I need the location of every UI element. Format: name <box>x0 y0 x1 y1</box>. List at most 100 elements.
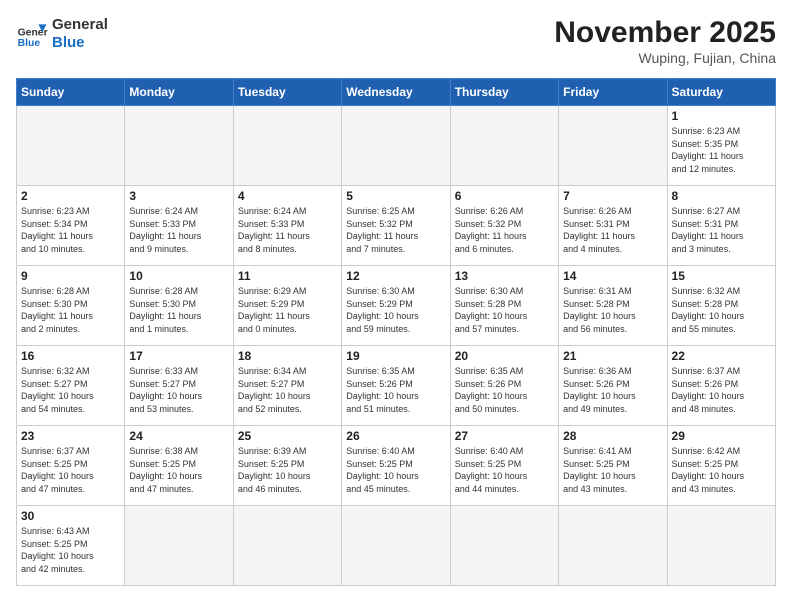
day-info: Sunrise: 6:42 AMSunset: 5:25 PMDaylight:… <box>672 445 771 495</box>
day-info: Sunrise: 6:32 AMSunset: 5:28 PMDaylight:… <box>672 285 771 335</box>
table-row: 17Sunrise: 6:33 AMSunset: 5:27 PMDayligh… <box>125 346 233 426</box>
table-row: 18 Sunrise: 6:34 AMSunset: 5:27 PMDayligh… <box>233 346 341 426</box>
table-row <box>342 506 450 586</box>
table-row <box>667 506 775 586</box>
day-info: Sunrise: 6:26 AMSunset: 5:31 PMDaylight:… <box>563 205 662 255</box>
day-number: 3 <box>129 189 228 203</box>
day-number: 1 <box>672 109 771 123</box>
calendar: Sunday Monday Tuesday Wednesday Thursday… <box>16 78 776 586</box>
table-row: 13Sunrise: 6:30 AMSunset: 5:28 PMDayligh… <box>450 266 558 346</box>
table-row: 21 Sunrise: 6:36 AMSunset: 5:26 PMDayligh… <box>559 346 667 426</box>
day-info: Sunrise: 6:29 AMSunset: 5:29 PMDaylight:… <box>238 285 337 335</box>
day-info: Sunrise: 6:23 AMSunset: 5:35 PMDaylight:… <box>672 125 771 175</box>
table-row <box>450 106 558 186</box>
day-number: 8 <box>672 189 771 203</box>
day-info: Sunrise: 6:28 AMSunset: 5:30 PMDaylight:… <box>21 285 120 335</box>
table-row: 9Sunrise: 6:28 AMSunset: 5:30 PMDaylight… <box>17 266 125 346</box>
location: Wuping, Fujian, China <box>554 50 776 66</box>
header-tuesday: Tuesday <box>233 79 341 106</box>
day-number: 10 <box>129 269 228 283</box>
table-row <box>125 506 233 586</box>
table-row: 11Sunrise: 6:29 AMSunset: 5:29 PMDayligh… <box>233 266 341 346</box>
day-number: 16 <box>21 349 120 363</box>
table-row: 28 Sunrise: 6:41 AMSunset: 5:25 PMDayligh… <box>559 426 667 506</box>
logo-icon: General Blue <box>16 18 48 50</box>
day-info: Sunrise: 6:23 AMSunset: 5:34 PMDaylight:… <box>21 205 120 255</box>
day-info: Sunrise: 6:37 AMSunset: 5:25 PMDaylight:… <box>21 445 120 495</box>
day-info: Sunrise: 6:32 AMSunset: 5:27 PMDaylight:… <box>21 365 120 415</box>
day-number: 15 <box>672 269 771 283</box>
table-row: 19 Sunrise: 6:35 AMSunset: 5:26 PMDayligh… <box>342 346 450 426</box>
table-row: 24Sunrise: 6:38 AMSunset: 5:25 PMDayligh… <box>125 426 233 506</box>
header-saturday: Saturday <box>667 79 775 106</box>
day-info: Sunrise: 6:35 AMSunset: 5:26 PMDaylight:… <box>455 365 554 415</box>
day-info: Sunrise: 6:40 AMSunset: 5:25 PMDaylight:… <box>455 445 554 495</box>
table-row: 22 Sunrise: 6:37 AMSunset: 5:26 PMDayligh… <box>667 346 775 426</box>
day-info: Sunrise: 6:28 AMSunset: 5:30 PMDaylight:… <box>129 285 228 335</box>
logo-general: General <box>52 16 108 34</box>
table-row <box>233 506 341 586</box>
day-number: 21 <box>563 349 662 363</box>
table-row: 7 Sunrise: 6:26 AMSunset: 5:31 PMDaylight… <box>559 186 667 266</box>
table-row: 29 Sunrise: 6:42 AMSunset: 5:25 PMDayligh… <box>667 426 775 506</box>
day-info: Sunrise: 6:37 AMSunset: 5:26 PMDaylight:… <box>672 365 771 415</box>
day-number: 19 <box>346 349 445 363</box>
table-row: 27 Sunrise: 6:40 AMSunset: 5:25 PMDayligh… <box>450 426 558 506</box>
table-row <box>450 506 558 586</box>
day-number: 20 <box>455 349 554 363</box>
day-info: Sunrise: 6:43 AMSunset: 5:25 PMDaylight:… <box>21 525 120 575</box>
day-info: Sunrise: 6:31 AMSunset: 5:28 PMDaylight:… <box>563 285 662 335</box>
table-row: 30 Sunrise: 6:43 AMSunset: 5:25 PMDayligh… <box>17 506 125 586</box>
table-row: 8 Sunrise: 6:27 AMSunset: 5:31 PMDaylight… <box>667 186 775 266</box>
table-row: 14 Sunrise: 6:31 AMSunset: 5:28 PMDayligh… <box>559 266 667 346</box>
table-row: 16 Sunrise: 6:32 AMSunset: 5:27 PMDayligh… <box>17 346 125 426</box>
day-info: Sunrise: 6:25 AMSunset: 5:32 PMDaylight:… <box>346 205 445 255</box>
table-row <box>233 106 341 186</box>
day-number: 5 <box>346 189 445 203</box>
day-number: 27 <box>455 429 554 443</box>
day-info: Sunrise: 6:34 AMSunset: 5:27 PMDaylight:… <box>238 365 337 415</box>
table-row: 12Sunrise: 6:30 AMSunset: 5:29 PMDayligh… <box>342 266 450 346</box>
table-row: 23 Sunrise: 6:37 AMSunset: 5:25 PMDayligh… <box>17 426 125 506</box>
day-number: 22 <box>672 349 771 363</box>
day-info: Sunrise: 6:33 AMSunset: 5:27 PMDaylight:… <box>129 365 228 415</box>
day-number: 13 <box>455 269 554 283</box>
day-number: 14 <box>563 269 662 283</box>
day-number: 12 <box>346 269 445 283</box>
header-sunday: Sunday <box>17 79 125 106</box>
table-row: 6Sunrise: 6:26 AMSunset: 5:32 PMDaylight… <box>450 186 558 266</box>
day-number: 26 <box>346 429 445 443</box>
logo-blue: Blue <box>52 34 108 52</box>
day-info: Sunrise: 6:24 AMSunset: 5:33 PMDaylight:… <box>129 205 228 255</box>
table-row <box>559 106 667 186</box>
day-info: Sunrise: 6:27 AMSunset: 5:31 PMDaylight:… <box>672 205 771 255</box>
day-info: Sunrise: 6:40 AMSunset: 5:25 PMDaylight:… <box>346 445 445 495</box>
day-number: 2 <box>21 189 120 203</box>
day-info: Sunrise: 6:35 AMSunset: 5:26 PMDaylight:… <box>346 365 445 415</box>
day-info: Sunrise: 6:36 AMSunset: 5:26 PMDaylight:… <box>563 365 662 415</box>
table-row <box>342 106 450 186</box>
table-row: 2 Sunrise: 6:23 AMSunset: 5:34 PMDaylight… <box>17 186 125 266</box>
table-row <box>125 106 233 186</box>
header-monday: Monday <box>125 79 233 106</box>
weekday-header-row: Sunday Monday Tuesday Wednesday Thursday… <box>17 79 776 106</box>
day-number: 28 <box>563 429 662 443</box>
svg-text:Blue: Blue <box>18 38 41 49</box>
table-row <box>17 106 125 186</box>
logo: General Blue General Blue <box>16 16 108 52</box>
day-number: 7 <box>563 189 662 203</box>
month-year: November 2025 <box>554 16 776 50</box>
day-number: 29 <box>672 429 771 443</box>
day-number: 18 <box>238 349 337 363</box>
day-number: 25 <box>238 429 337 443</box>
day-info: Sunrise: 6:41 AMSunset: 5:25 PMDaylight:… <box>563 445 662 495</box>
day-number: 30 <box>21 509 120 523</box>
day-number: 6 <box>455 189 554 203</box>
day-info: Sunrise: 6:24 AMSunset: 5:33 PMDaylight:… <box>238 205 337 255</box>
header-friday: Friday <box>559 79 667 106</box>
table-row: 26 Sunrise: 6:40 AMSunset: 5:25 PMDayligh… <box>342 426 450 506</box>
table-row <box>559 506 667 586</box>
page-header: General Blue General Blue November 2025 … <box>16 16 776 66</box>
day-number: 23 <box>21 429 120 443</box>
day-info: Sunrise: 6:39 AMSunset: 5:25 PMDaylight:… <box>238 445 337 495</box>
